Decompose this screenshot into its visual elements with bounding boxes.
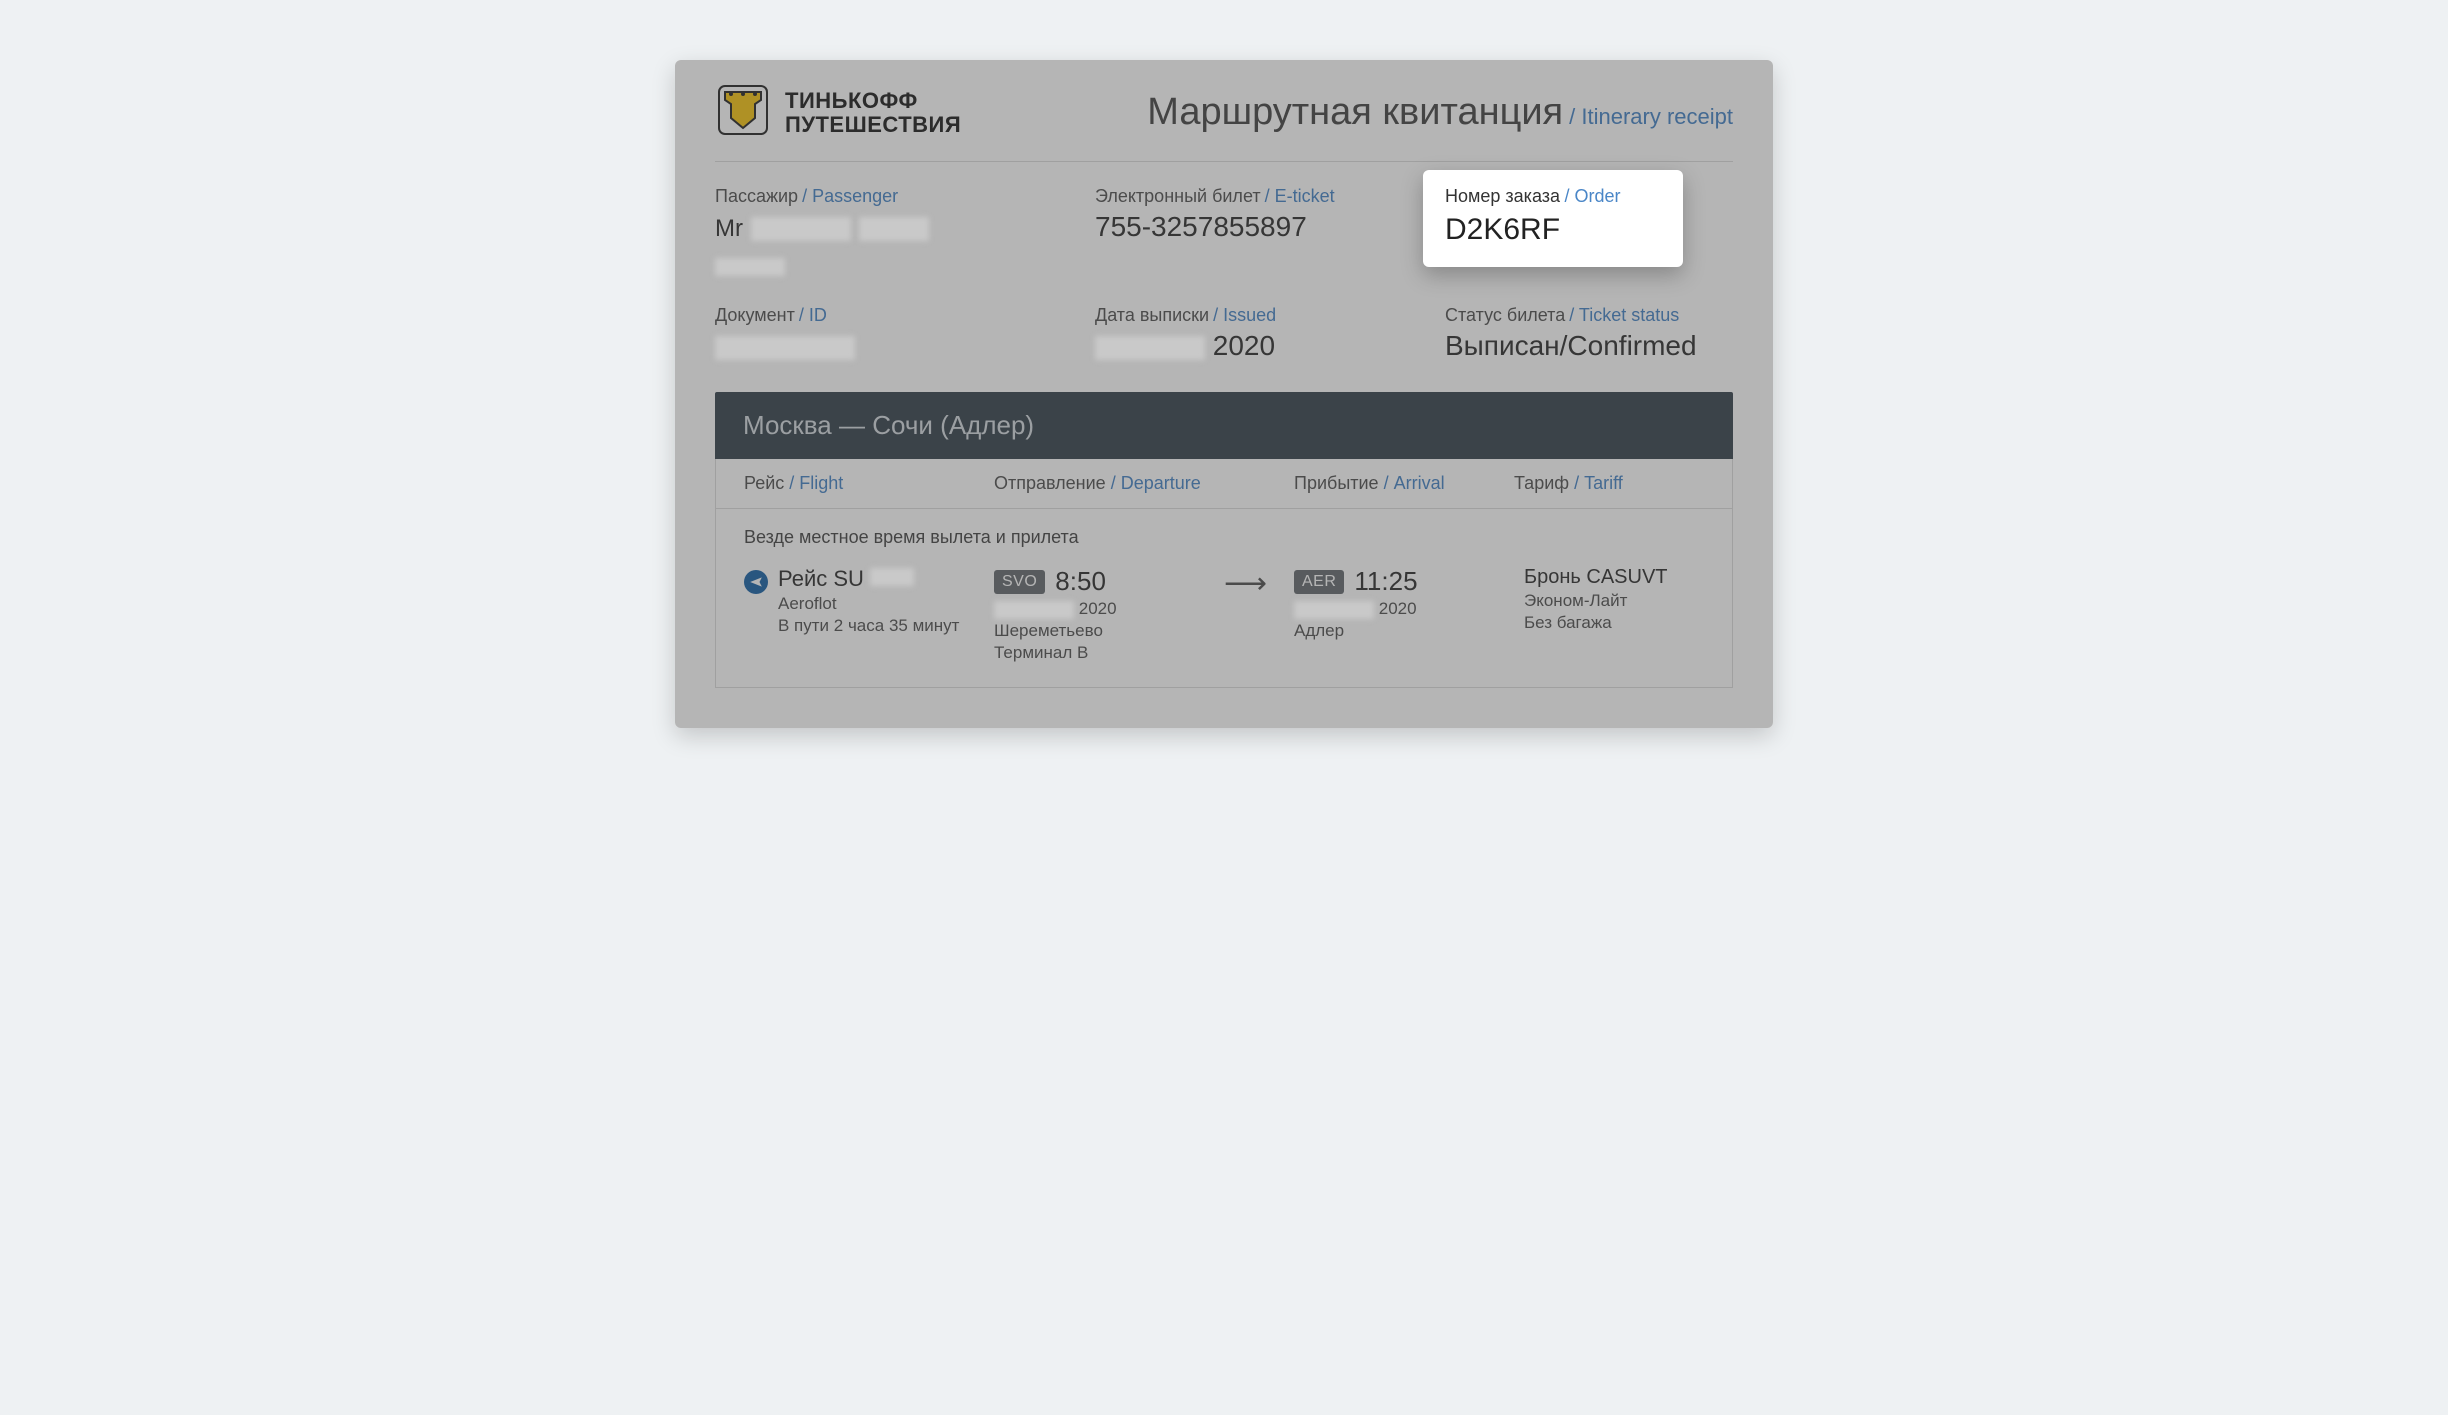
brand-line1: ТИНЬКОФФ [785, 89, 961, 112]
redacted-dep-date [994, 601, 1074, 619]
flight-number: Рейс SU [778, 566, 959, 592]
receipt-header: ТИНЬКОФФ ПУТЕШЕСТВИЯ Маршрутная квитанци… [715, 82, 1733, 162]
departure-code: SVO [994, 570, 1045, 594]
itinerary-receipt: ТИНЬКОФФ ПУТЕШЕСТВИЯ Маршрутная квитанци… [675, 60, 1773, 728]
document-cell: ДокументID [715, 305, 1095, 362]
brand-block: ТИНЬКОФФ ПУТЕШЕСТВИЯ [715, 82, 961, 143]
arrival-code: AER [1294, 570, 1344, 594]
redacted-name-3 [715, 258, 785, 276]
flight-duration: В пути 2 часа 35 минут [778, 616, 959, 636]
order-highlight: Номер заказа / Order D2K6RF [1423, 170, 1683, 267]
issued-cell: Дата выпискиIssued 2020 [1095, 305, 1445, 362]
redacted-flight-number [870, 568, 914, 586]
arrival-time: 11:25 [1354, 566, 1417, 597]
brand-crest-icon [715, 82, 771, 143]
passenger-value: Mr [715, 211, 1095, 281]
arrival-date: 2020 [1294, 599, 1524, 619]
redacted-arr-date [1294, 601, 1374, 619]
status-value: Выписан/Confirmed [1445, 330, 1733, 362]
page-title: Маршрутная квитанция / Itinerary receipt [1147, 91, 1733, 134]
arrival-col: AER 11:25 2020 Адлер [1294, 566, 1524, 641]
airline-name: Aeroflot [778, 594, 959, 614]
order-highlight-value: D2K6RF [1445, 213, 1661, 247]
flight-row: Рейс SU Aeroflot В пути 2 часа 35 минут … [744, 566, 1704, 663]
baggage: Без багажа [1524, 613, 1704, 633]
flight-table-head: РейсFlight ОтправлениеDeparture Прибытие… [715, 459, 1733, 509]
brand-line2: ПУТЕШЕСТВИЯ [785, 113, 961, 136]
arrival-airport: Адлер [1294, 621, 1524, 641]
airline-icon [744, 570, 768, 594]
redacted-issued-date [1095, 336, 1205, 360]
status-cell: Статус билетаTicket status Выписан/Confi… [1445, 305, 1733, 362]
departure-col: SVO 8:50 2020 Шереметьево Терминал B [994, 566, 1224, 663]
brand-text: ТИНЬКОФФ ПУТЕШЕСТВИЯ [785, 89, 961, 135]
local-time-note: Везде местное время вылета и прилета [744, 527, 1704, 548]
redacted-name-2 [859, 217, 929, 241]
booking-code: Бронь CASUVT [1524, 566, 1704, 589]
arrow-icon: ⟶ [1224, 566, 1294, 601]
title-ru: Маршрутная квитанция [1147, 91, 1563, 134]
flight-table-body: Везде местное время вылета и прилета Рей… [715, 509, 1733, 688]
departure-time: 8:50 [1055, 566, 1106, 597]
eticket-value: 755-3257855897 [1095, 211, 1445, 243]
redacted-name-1 [751, 217, 851, 241]
title-en: / Itinerary receipt [1569, 104, 1733, 130]
issued-value: 2020 [1095, 330, 1445, 362]
tariff-col: Бронь CASUVT Эконом-Лайт Без багажа [1524, 566, 1704, 633]
eticket-cell: Электронный билетE-ticket 755-3257855897 [1095, 186, 1445, 281]
redacted-document [715, 336, 855, 360]
departure-date: 2020 [994, 599, 1224, 619]
receipt-stage: ТИНЬКОФФ ПУТЕШЕСТВИЯ Маршрутная квитанци… [494, 40, 1954, 728]
flight-col: Рейс SU Aeroflot В пути 2 часа 35 минут [744, 566, 994, 636]
departure-terminal: Терминал B [994, 643, 1224, 663]
departure-airport: Шереметьево [994, 621, 1224, 641]
passenger-cell: ПассажирPassenger Mr [715, 186, 1095, 281]
fare-class: Эконом-Лайт [1524, 591, 1704, 611]
route-title-bar: Москва — Сочи (Адлер) [715, 392, 1733, 459]
